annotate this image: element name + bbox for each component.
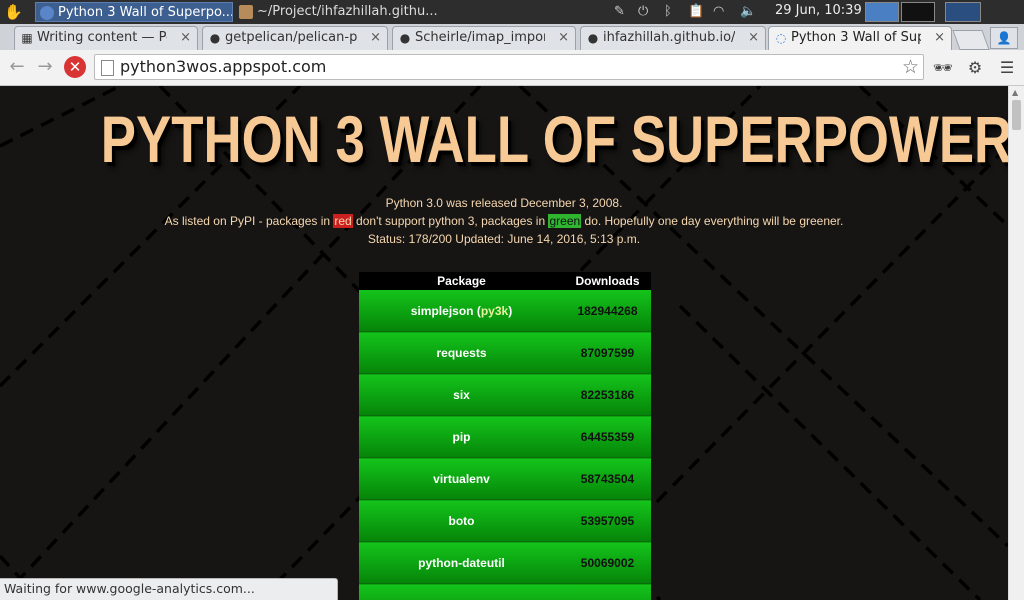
app-menu-icon[interactable]: ✋ bbox=[4, 3, 23, 21]
task-terminal-label: ~/Project/ihfazhillah.githu... bbox=[257, 4, 438, 19]
tab-imap-importer[interactable]: ● Scheirle/imap_importe × bbox=[392, 26, 576, 50]
scroll-up-icon[interactable]: ▲ bbox=[1012, 88, 1018, 97]
close-tab-icon[interactable]: × bbox=[934, 27, 945, 49]
downloads-cell: 182944268 bbox=[564, 290, 651, 332]
tab-label: Writing content — Peli bbox=[37, 30, 167, 45]
package-name[interactable]: simplejson bbox=[411, 304, 474, 318]
status-bubble: Waiting for www.google-analytics.com... bbox=[0, 578, 338, 600]
downloads-cell: 87097599 bbox=[564, 331, 651, 374]
terminal-icon bbox=[239, 5, 253, 19]
document-icon: ▦ bbox=[21, 31, 33, 45]
downloads-cell: 64455359 bbox=[564, 415, 651, 458]
url-text[interactable]: python3wos.appspot.com bbox=[120, 55, 326, 79]
workspace-2[interactable] bbox=[901, 2, 935, 22]
downloads-cell: 82253186 bbox=[564, 373, 651, 416]
table-row: pip 64455359 bbox=[359, 415, 651, 458]
tab-label: Python 3 Wall of Supe bbox=[791, 30, 921, 45]
address-bar[interactable]: python3wos.appspot.com ☆ bbox=[94, 54, 924, 80]
stop-loading-icon[interactable]: ✕ bbox=[64, 56, 86, 78]
legend-post: do. Hopefully one day everything will be… bbox=[581, 214, 844, 228]
red-highlight: red bbox=[333, 214, 353, 228]
bluetooth-icon[interactable]: ᛒ bbox=[664, 3, 672, 21]
github-icon: ● bbox=[399, 31, 411, 45]
browser-toolbar: ← → ✕ python3wos.appspot.com ☆ 🕶 ⚙ ☰ bbox=[0, 50, 1024, 86]
incognito-extension-icon[interactable]: 🕶 bbox=[932, 57, 954, 79]
github-icon: ● bbox=[587, 31, 599, 45]
green-highlight: green bbox=[548, 214, 582, 228]
power-plug-icon[interactable]: ⏻ bbox=[638, 3, 648, 21]
close-tab-icon[interactable]: × bbox=[748, 27, 759, 49]
py3k-link[interactable]: py3k bbox=[481, 304, 508, 318]
file-manager-icon[interactable] bbox=[945, 2, 981, 22]
wifi-icon[interactable]: ◠ bbox=[713, 3, 724, 21]
table-row: virtualenv 58743504 bbox=[359, 457, 651, 500]
scrollbar-thumb[interactable] bbox=[1012, 100, 1021, 130]
github-icon: ● bbox=[209, 31, 221, 45]
tab-label: getpelican/pelican-plu bbox=[225, 30, 357, 45]
downloads-cell: 50069002 bbox=[564, 541, 651, 584]
downloads-cell: 53957095 bbox=[564, 499, 651, 542]
volume-icon[interactable]: 🔈 bbox=[740, 3, 756, 21]
package-name-cell[interactable]: pip bbox=[359, 415, 564, 458]
page-viewport: PYTHON 3 WALL OF SUPERPOWERS Python 3.0 … bbox=[0, 86, 1008, 600]
legend-line: As listed on PyPI - packages in red don'… bbox=[0, 212, 1008, 230]
page-icon bbox=[101, 60, 114, 76]
os-taskbar: ✋ Python 3 Wall of Superpo... ~/Project/… bbox=[0, 0, 1024, 24]
browser-icon bbox=[40, 6, 54, 20]
clipboard-icon[interactable]: 📋 bbox=[688, 3, 704, 21]
package-name-cell[interactable]: python-dateutil bbox=[359, 541, 564, 584]
package-name-cell[interactable]: boto bbox=[359, 499, 564, 542]
bookmark-star-icon[interactable]: ☆ bbox=[902, 56, 919, 78]
workspace-1[interactable] bbox=[865, 2, 899, 22]
status-line: Status: 178/200 Updated: June 14, 2016, … bbox=[367, 232, 641, 246]
tab-python3wos[interactable]: ◌ Python 3 Wall of Supe × bbox=[768, 26, 952, 50]
menu-icon[interactable]: ☰ bbox=[996, 57, 1018, 79]
forward-icon[interactable]: → bbox=[34, 56, 56, 78]
tab-writing-content[interactable]: ▦ Writing content — Peli × bbox=[14, 26, 198, 50]
task-terminal[interactable]: ~/Project/ihfazhillah.githu... bbox=[235, 2, 457, 22]
page-title: PYTHON 3 WALL OF SUPERPOWERS bbox=[100, 102, 1008, 176]
tab-ihfazhillah-github[interactable]: ● ihfazhillah.github.io/co × bbox=[580, 26, 766, 50]
task-browser[interactable]: Python 3 Wall of Superpo... bbox=[35, 2, 233, 22]
downloads-cell bbox=[564, 583, 651, 600]
extension-icon[interactable]: ⚙ bbox=[964, 57, 986, 79]
table-row: simplejson (py3k) 182944268 bbox=[359, 290, 651, 332]
intro-text: Python 3.0 was released December 3, 2008… bbox=[0, 194, 1008, 248]
edit-icon[interactable]: ✎ bbox=[614, 3, 625, 21]
table-row: boto 53957095 bbox=[359, 499, 651, 542]
table-row: requests 87097599 bbox=[359, 331, 651, 374]
table-header-row: Package Downloads bbox=[359, 272, 651, 290]
close-tab-icon[interactable]: × bbox=[180, 27, 191, 49]
column-header-downloads: Downloads bbox=[564, 272, 651, 290]
package-name-cell[interactable]: requests bbox=[359, 331, 564, 374]
tab-label: Scheirle/imap_importe bbox=[415, 30, 545, 45]
legend-mid: don't support python 3, packages in bbox=[352, 214, 549, 228]
new-tab-button[interactable] bbox=[952, 30, 990, 50]
downloads-cell: 58743504 bbox=[564, 457, 651, 500]
column-header-package: Package bbox=[359, 272, 564, 290]
tab-label: ihfazhillah.github.io/co bbox=[603, 30, 735, 45]
loading-spinner-icon: ◌ bbox=[775, 31, 787, 45]
table-row bbox=[359, 583, 651, 600]
package-table: Package Downloads simplejson (py3k) 1829… bbox=[359, 272, 651, 600]
profile-icon[interactable]: 👤 bbox=[990, 27, 1018, 49]
back-icon[interactable]: ← bbox=[6, 56, 28, 78]
vertical-scrollbar[interactable]: ▲ bbox=[1008, 86, 1024, 600]
tab-pelican-plugins[interactable]: ● getpelican/pelican-plu × bbox=[202, 26, 388, 50]
clock[interactable]: 29 Jun, 10:39 bbox=[775, 3, 862, 18]
close-tab-icon[interactable]: × bbox=[370, 27, 381, 49]
tab-strip: ▦ Writing content — Peli × ● getpelican/… bbox=[0, 24, 1024, 50]
package-name-cell[interactable] bbox=[359, 583, 564, 600]
legend-pre: As listed on PyPI - packages in bbox=[164, 214, 334, 228]
table-row: six 82253186 bbox=[359, 373, 651, 416]
close-tab-icon[interactable]: × bbox=[558, 27, 569, 49]
task-browser-label: Python 3 Wall of Superpo... bbox=[58, 5, 233, 20]
package-name-cell[interactable]: virtualenv bbox=[359, 457, 564, 500]
package-name-cell[interactable]: six bbox=[359, 373, 564, 416]
package-name-cell[interactable]: simplejson (py3k) bbox=[359, 290, 564, 332]
release-line: Python 3.0 was released December 3, 2008… bbox=[385, 196, 623, 210]
table-row: python-dateutil 50069002 bbox=[359, 541, 651, 584]
